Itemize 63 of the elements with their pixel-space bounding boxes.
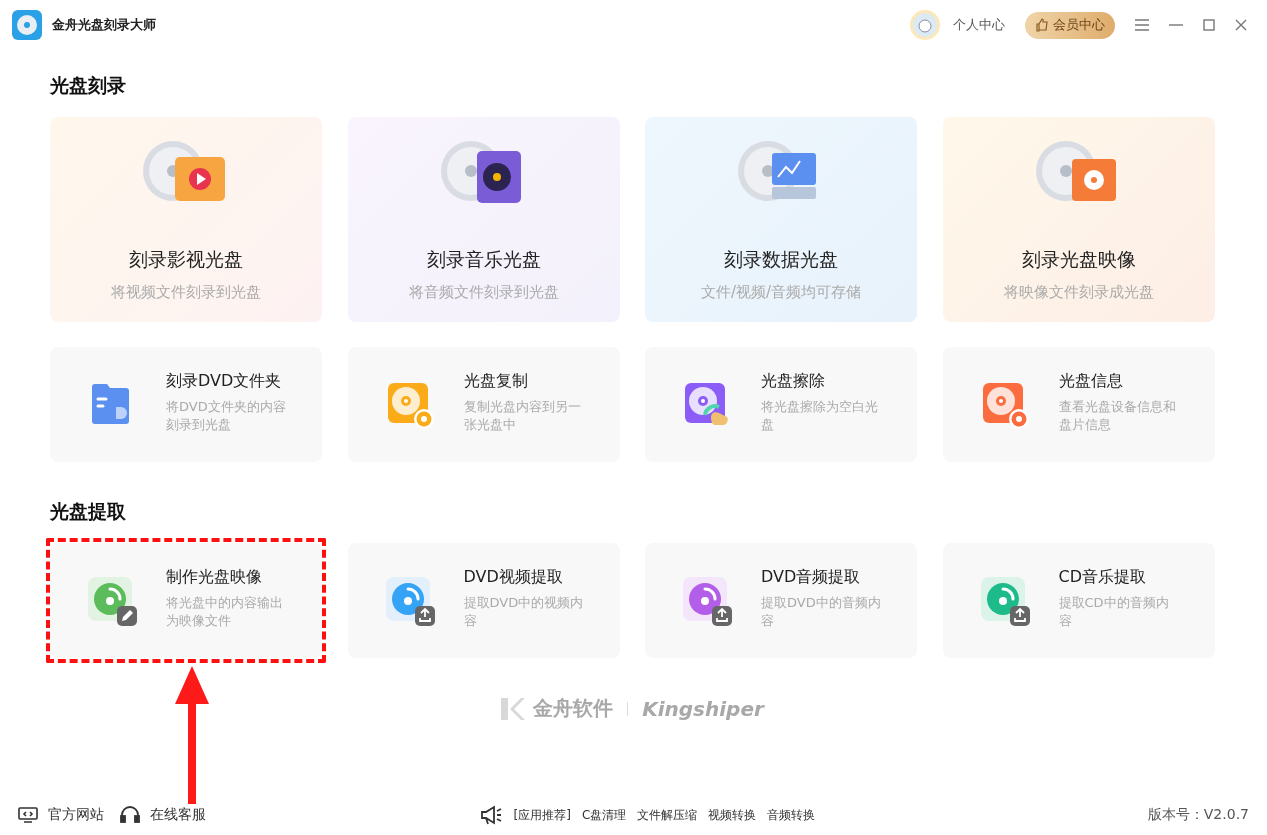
card-title: 刻录DVD文件夹 <box>166 371 283 392</box>
feature-card[interactable]: 刻录DVD文件夹 将DVD文件夹的内容刻录到光盘 <box>50 347 322 462</box>
section-title: 光盘提取 <box>50 499 127 523</box>
card-description: 将映像文件刻录成光盘 <box>1003 283 1154 302</box>
app-link[interactable]: C盘清理 <box>581 806 627 824</box>
card-description: 将光盘中的内容输出为映像文件 <box>166 594 284 630</box>
disc-export-icon <box>978 574 1031 627</box>
feature-card[interactable]: 刻录光盘映像 将映像文件刻录成光盘 <box>942 117 1215 322</box>
card-title: DVD音频提取 <box>761 567 862 588</box>
app-logo-icon <box>12 10 42 40</box>
card-title: DVD视频提取 <box>463 567 564 588</box>
card-title: 光盘信息 <box>1058 371 1124 392</box>
card-description: 将光盘擦除为空白光盘 <box>761 398 879 434</box>
card-title: 刻录光盘映像 <box>1021 247 1136 272</box>
card-description: 将音频文件刻录到光盘 <box>408 283 559 302</box>
card-title: 刻录音乐光盘 <box>426 247 541 272</box>
avatar-icon[interactable] <box>909 9 941 41</box>
footer-link[interactable]: 在线客服 <box>150 806 206 824</box>
card-description: 提取DVD中的音频内容 <box>761 594 882 630</box>
play-export-icon <box>383 574 436 627</box>
brand-name: Kingshiper <box>642 696 764 721</box>
app-link[interactable]: 视频转换 <box>708 806 757 824</box>
card-title: 光盘复制 <box>463 371 529 392</box>
card-description: 提取DVD中的视频内容 <box>463 594 585 630</box>
app-link[interactable]: 音频转换 <box>767 806 816 824</box>
vip-button[interactable]: 会员中心 <box>1025 11 1115 39</box>
feature-card[interactable]: 刻录数据光盘 文件/视频/音频均可存储 <box>645 117 917 322</box>
card-description: 文件/视频/音频均可存储 <box>700 283 862 302</box>
feature-card[interactable]: DVD视频提取 提取DVD中的视频内容 <box>347 543 620 658</box>
version-label: 版本号：V2.0.7 <box>1147 806 1249 824</box>
monitor-icon <box>18 807 38 823</box>
feature-card[interactable]: 光盘信息 查看光盘设备信息和盘片信息 <box>942 347 1215 462</box>
menu-icon[interactable] <box>1135 19 1149 31</box>
recommend-label: [应用推荐] <box>513 806 571 824</box>
brand-logo-icon <box>501 697 526 720</box>
app-title: 金舟光盘刻录大师 <box>52 16 156 34</box>
disc-edit-icon <box>86 574 138 627</box>
close-icon[interactable] <box>1235 19 1247 31</box>
feature-card[interactable]: 刻录影视光盘 将视频文件刻录到光盘 <box>50 117 322 322</box>
feature-card[interactable]: DVD音频提取 提取DVD中的音频内容 <box>645 543 917 658</box>
card-description: 提取CD中的音频内容 <box>1058 594 1170 630</box>
footer-link[interactable]: 官方网站 <box>48 806 104 824</box>
card-description: 查看光盘设备信息和盘片信息 <box>1058 398 1177 434</box>
megaphone-icon <box>478 804 503 826</box>
brand-name: 金舟软件 <box>533 695 614 722</box>
headset-icon <box>120 806 140 824</box>
card-title: 制作光盘映像 <box>166 567 263 588</box>
feature-card[interactable]: 刻录音乐光盘 将音频文件刻录到光盘 <box>347 117 620 322</box>
music-export-icon <box>681 574 733 627</box>
app-link[interactable]: 文件解压缩 <box>637 806 698 824</box>
card-title: 刻录影视光盘 <box>129 247 243 272</box>
feature-card[interactable]: CD音乐提取 提取CD中的音频内容 <box>942 543 1215 658</box>
feature-card[interactable]: 制作光盘映像 将光盘中的内容输出为映像文件 <box>50 543 322 658</box>
card-title: 光盘擦除 <box>761 371 826 392</box>
card-description: 将DVD文件夹的内容刻录到光盘 <box>166 398 287 434</box>
card-title: CD音乐提取 <box>1058 567 1147 588</box>
card-description: 将视频文件刻录到光盘 <box>111 283 261 302</box>
feature-card[interactable]: 光盘擦除 将光盘擦除为空白光盘 <box>645 347 917 462</box>
card-title: 刻录数据光盘 <box>724 247 838 272</box>
thumbs-up-icon <box>1035 18 1049 32</box>
profile-link[interactable]: 个人中心 <box>953 16 1005 34</box>
section-title: 光盘刻录 <box>50 73 127 97</box>
maximize-icon[interactable] <box>1203 19 1215 31</box>
